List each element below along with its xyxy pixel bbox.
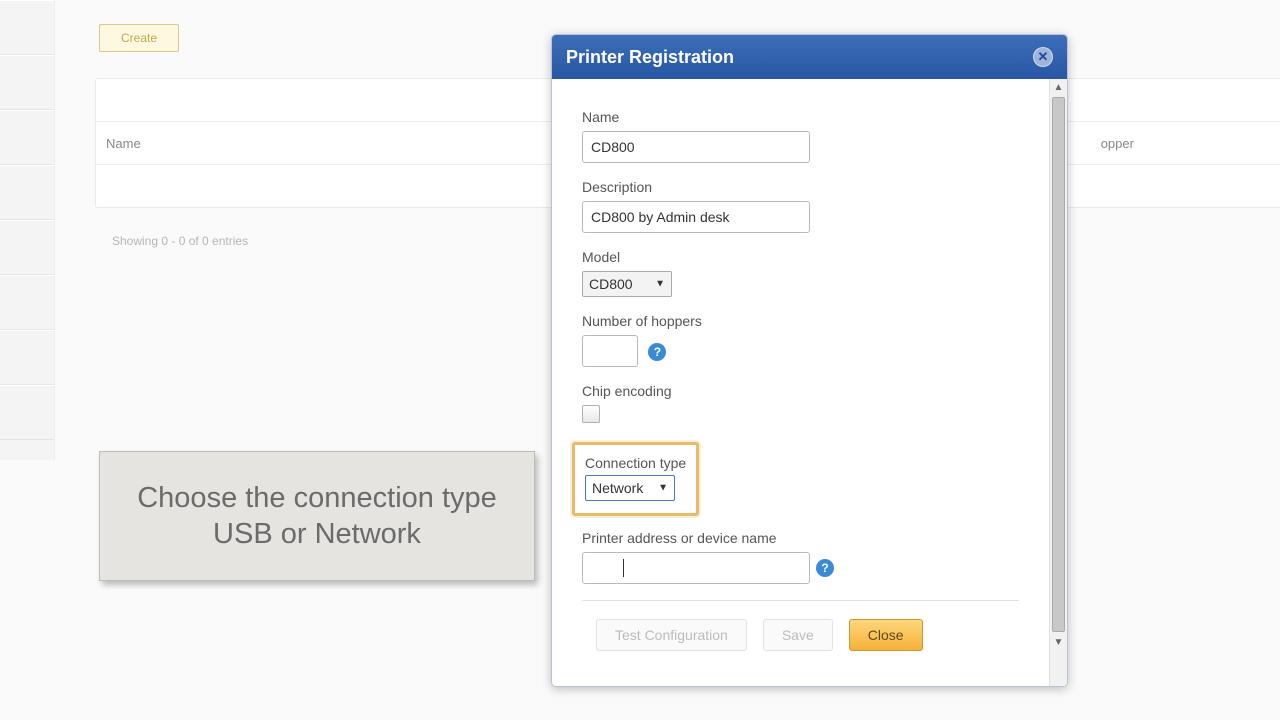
col-name: Name	[106, 136, 141, 151]
chip-encoding-label: Chip encoding	[582, 383, 1019, 399]
save-button[interactable]: Save	[763, 619, 833, 651]
test-configuration-button[interactable]: Test Configuration	[596, 619, 747, 651]
name-input[interactable]	[582, 131, 810, 163]
dialog-scrollbar[interactable]: ▲ ▼	[1049, 79, 1067, 686]
tutorial-callout-text: Choose the connection type USB or Networ…	[137, 480, 497, 553]
sidebar	[0, 0, 55, 460]
close-button[interactable]: Close	[849, 619, 923, 651]
description-input[interactable]	[582, 201, 810, 233]
connection-type-highlight: Connection type Network ▼	[572, 442, 699, 516]
dialog-body: Name Description Model CD800 ▼ Number of…	[552, 79, 1049, 686]
printer-address-label: Printer address or device name	[582, 530, 1019, 546]
chip-encoding-checkbox[interactable]	[582, 405, 600, 423]
printer-address-input[interactable]	[582, 552, 810, 584]
model-select-value: CD800	[589, 276, 633, 292]
help-icon[interactable]: ?	[648, 343, 666, 361]
connection-type-value: Network	[592, 480, 643, 496]
chevron-down-icon: ▼	[658, 483, 668, 494]
description-label: Description	[582, 179, 1019, 195]
name-label: Name	[582, 109, 1019, 125]
col-hopper: opper	[1101, 136, 1134, 151]
model-label: Model	[582, 249, 1019, 265]
text-cursor	[623, 559, 624, 577]
hoppers-input[interactable]	[582, 335, 638, 367]
help-icon[interactable]: ?	[816, 559, 834, 577]
scroll-up-icon[interactable]: ▲	[1051, 79, 1067, 95]
printer-registration-dialog: Printer Registration ✕ Name Description …	[551, 34, 1068, 687]
scroll-thumb[interactable]	[1052, 97, 1065, 632]
model-select[interactable]: CD800 ▼	[582, 271, 672, 297]
dialog-titlebar: Printer Registration ✕	[552, 35, 1067, 79]
tutorial-callout: Choose the connection type USB or Networ…	[99, 451, 535, 581]
dialog-title: Printer Registration	[566, 47, 734, 68]
chevron-down-icon: ▼	[655, 279, 665, 290]
hoppers-label: Number of hoppers	[582, 313, 1019, 329]
connection-type-label: Connection type	[585, 455, 686, 471]
connection-type-select[interactable]: Network ▼	[585, 475, 675, 501]
close-icon[interactable]: ✕	[1033, 47, 1053, 67]
table-entries-summary: Showing 0 - 0 of 0 entries	[112, 234, 248, 248]
create-button[interactable]: Create	[99, 24, 179, 52]
dialog-button-row: Test Configuration Save Close	[582, 600, 1019, 651]
scroll-down-icon[interactable]: ▼	[1051, 634, 1067, 650]
